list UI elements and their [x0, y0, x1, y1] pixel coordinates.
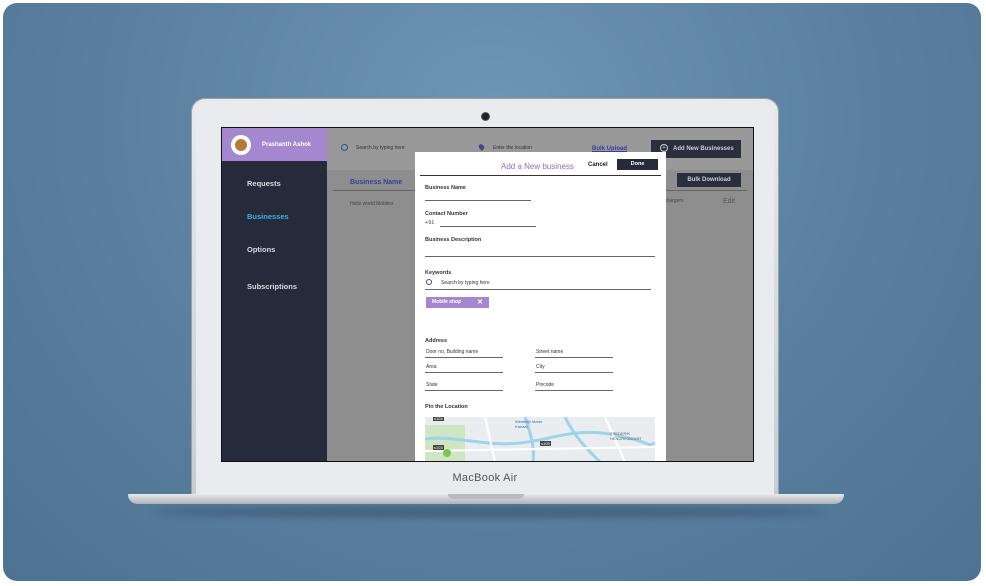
map-label-westelijk: Westelijk Markt Kanaal — [515, 419, 543, 429]
modal-title: Add a New business — [501, 162, 574, 171]
profile-header[interactable]: Prashanth Ashok — [222, 128, 327, 161]
area-field-underline — [425, 372, 503, 373]
city-field-underline — [535, 372, 613, 373]
sidebar-item-subscriptions[interactable]: Subscriptions — [247, 282, 297, 291]
door-field[interactable]: Door no, Building name — [426, 349, 478, 355]
camera-icon — [482, 113, 489, 120]
contact-number-label: Contact Number — [425, 211, 468, 217]
keywords-search-input[interactable]: Search by typing here — [441, 280, 490, 286]
street-field-underline — [535, 357, 613, 358]
business-description-label: Business Description — [425, 237, 482, 243]
keywords-label: Keywords — [425, 270, 452, 276]
location-input[interactable]: Enter the location — [493, 145, 532, 151]
map-label-frederik: FREDERIK HENDRIKBUURT — [610, 431, 642, 441]
sidebar: Prashanth Ashok Requests Businesses Opti… — [222, 128, 327, 461]
map-label-s105: s105 — [540, 441, 551, 446]
table-row-name[interactable]: Hello world Mobiles — [350, 201, 393, 207]
sidebar-item-requests[interactable]: Requests — [247, 179, 281, 188]
city-field[interactable]: City — [536, 364, 545, 370]
map-label-s103: s103 — [433, 445, 444, 450]
business-description-field[interactable] — [425, 256, 655, 257]
cancel-button[interactable]: Cancel — [588, 162, 608, 168]
address-label: Address — [425, 338, 448, 344]
close-icon[interactable]: ✕ — [477, 297, 483, 308]
sidebar-item-businesses[interactable]: Businesses — [247, 212, 289, 221]
area-field[interactable]: Area — [426, 364, 437, 370]
pin-location-label: Pin the Location — [425, 404, 468, 410]
avatar-icon — [235, 139, 247, 151]
business-name-label: Business Name — [425, 185, 466, 191]
door-field-underline — [425, 357, 503, 358]
bulk-download-button[interactable]: Bulk Download — [677, 173, 741, 187]
search-icon[interactable] — [341, 144, 348, 151]
keyword-chip[interactable]: Mobile shop ✕ — [426, 297, 489, 308]
avatar[interactable] — [231, 135, 251, 155]
state-field-underline — [425, 390, 503, 391]
profile-name: Prashanth Ashok — [262, 142, 312, 148]
street-field[interactable]: Street name — [536, 349, 563, 355]
country-code: +91 — [425, 220, 435, 226]
pincode-field[interactable]: Pincode — [536, 382, 554, 388]
contact-number-field[interactable] — [440, 226, 536, 227]
location-pin-icon — [477, 143, 486, 151]
app-screen: Prashanth Ashok Requests Businesses Opti… — [221, 127, 754, 462]
pincode-field-underline — [535, 390, 613, 391]
laptop-shadow — [153, 507, 825, 517]
laptop-brand: MacBook Air — [452, 472, 518, 484]
keywords-field-underline — [425, 289, 651, 290]
search-icon — [426, 279, 432, 285]
edit-link[interactable]: Edit — [723, 198, 735, 205]
add-business-label: Add New Businesses — [673, 146, 734, 152]
done-button[interactable]: Done — [617, 159, 658, 170]
map-label-s104: s104 — [433, 417, 444, 421]
business-name-field[interactable] — [425, 200, 531, 201]
laptop-notch — [448, 494, 524, 499]
state-field[interactable]: State — [426, 382, 438, 388]
modal-header-divider — [420, 175, 661, 176]
search-input[interactable]: Search by typing here — [356, 145, 405, 151]
column-header-business-name[interactable]: Business Name — [350, 179, 402, 186]
location-map[interactable]: s104 Westelijk Markt Kanaal s105 FREDERI… — [425, 417, 655, 461]
keyword-chip-label: Mobile shop — [432, 299, 462, 305]
sidebar-item-options[interactable]: Options — [247, 245, 275, 254]
add-business-modal: Add a New business Cancel Done Business … — [415, 152, 666, 461]
